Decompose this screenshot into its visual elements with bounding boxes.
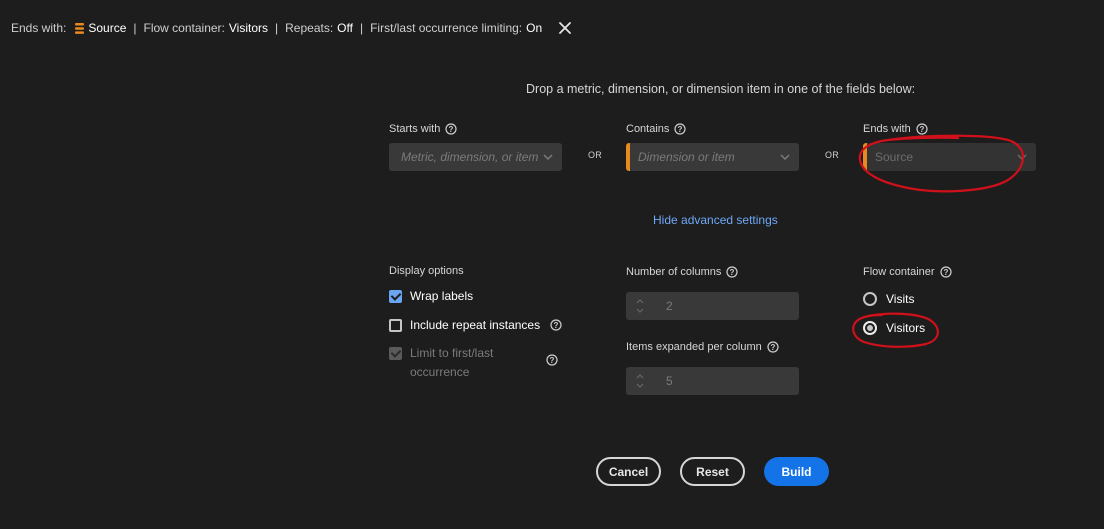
- separator: |: [359, 21, 364, 35]
- include-repeat-option[interactable]: Include repeat instances ?: [389, 318, 562, 333]
- separator: |: [275, 21, 279, 35]
- ends-with-summary-label: Ends with:: [11, 21, 67, 35]
- include-repeat-checkbox[interactable]: [389, 319, 402, 332]
- stepper-arrows[interactable]: [626, 367, 654, 395]
- starts-with-label: Starts with: [389, 123, 441, 135]
- or-label: OR: [588, 150, 603, 160]
- items-expanded-label: Items expanded per column: [626, 341, 762, 353]
- limiting-summary-label: First/last occurrence limiting:: [370, 21, 523, 35]
- svg-text:?: ?: [770, 343, 775, 352]
- contains-placeholder: Dimension or item: [638, 150, 735, 164]
- svg-text:?: ?: [943, 268, 948, 277]
- build-button[interactable]: Build: [764, 457, 829, 486]
- chevron-down-icon: [543, 154, 553, 161]
- wrap-labels-option[interactable]: Wrap labels: [389, 289, 473, 304]
- help-icon[interactable]: ?: [916, 123, 928, 135]
- svg-text:?: ?: [730, 268, 735, 277]
- help-icon[interactable]: ?: [546, 354, 558, 366]
- wrap-labels-checkbox[interactable]: [389, 290, 402, 303]
- number-of-columns-value: 2: [666, 299, 673, 313]
- items-expanded-label-row: Items expanded per column ?: [626, 341, 779, 353]
- svg-text:?: ?: [449, 125, 454, 134]
- flow-summary-bar: Ends with: Source | Flow container: Visi…: [11, 19, 572, 37]
- chevron-down-icon[interactable]: [635, 383, 645, 389]
- help-icon[interactable]: ?: [726, 266, 738, 278]
- chevron-down-icon[interactable]: [635, 308, 645, 314]
- help-icon[interactable]: ?: [767, 341, 779, 353]
- visitors-radio-option[interactable]: Visitors: [863, 321, 925, 335]
- chevron-up-icon[interactable]: [635, 373, 645, 379]
- visits-radio[interactable]: [863, 292, 877, 306]
- flow-container-summary-value: Visitors: [228, 21, 269, 35]
- ends-with-label: Ends with: [863, 123, 911, 135]
- number-of-columns-label: Number of columns: [626, 266, 722, 278]
- ends-with-summary-value: Source: [88, 21, 127, 35]
- svg-text:?: ?: [919, 125, 924, 134]
- ends-with-value: Source: [875, 150, 914, 164]
- repeats-summary-label: Repeats:: [285, 21, 334, 35]
- limit-first-last-option: Limit to first/last occurrence ?: [389, 344, 558, 382]
- dimension-icon: [75, 22, 85, 34]
- flow-container-label-row: Flow container ?: [863, 266, 952, 278]
- ends-with-label-row: Ends with ?: [863, 123, 928, 135]
- separator: |: [133, 21, 137, 35]
- close-icon[interactable]: [558, 21, 572, 35]
- svg-text:?: ?: [550, 356, 555, 365]
- contains-label: Contains: [626, 123, 670, 135]
- contains-label-row: Contains ?: [626, 123, 687, 135]
- display-options-title: Display options: [389, 265, 464, 277]
- flow-container-summary-label: Flow container:: [143, 21, 225, 35]
- wrap-labels-label: Wrap labels: [410, 289, 474, 303]
- help-icon[interactable]: ?: [939, 266, 952, 278]
- svg-text:?: ?: [554, 321, 559, 330]
- number-of-columns-label-row: Number of columns ?: [626, 266, 738, 278]
- starts-with-label-row: Starts with ?: [389, 123, 457, 135]
- drop-instruction: Drop a metric, dimension, or dimension i…: [526, 82, 916, 96]
- items-expanded-value: 5: [666, 374, 673, 388]
- visitors-label: Visitors: [886, 321, 926, 335]
- chevron-down-icon: [1017, 154, 1027, 161]
- hide-advanced-settings-link[interactable]: Hide advanced settings: [653, 213, 778, 227]
- chevron-down-icon: [780, 154, 790, 161]
- visitors-radio[interactable]: [863, 321, 877, 335]
- help-icon[interactable]: ?: [445, 123, 457, 135]
- visits-label: Visits: [886, 292, 915, 306]
- starts-with-dropdown[interactable]: Metric, dimension, or item: [389, 143, 562, 171]
- help-icon[interactable]: ?: [674, 123, 687, 135]
- cancel-button[interactable]: Cancel: [596, 457, 661, 486]
- limit-first-last-label: Limit to first/last occurrence: [410, 346, 494, 379]
- starts-with-placeholder: Metric, dimension, or item: [401, 150, 539, 164]
- items-expanded-stepper[interactable]: 5: [626, 367, 799, 395]
- flow-container-title: Flow container: [863, 266, 935, 278]
- number-of-columns-stepper[interactable]: 2: [626, 292, 799, 320]
- stepper-arrows[interactable]: [626, 292, 654, 320]
- visits-radio-option[interactable]: Visits: [863, 292, 914, 306]
- svg-text:?: ?: [678, 125, 683, 134]
- limit-first-last-checkbox: [389, 347, 402, 360]
- help-icon[interactable]: ?: [550, 319, 562, 331]
- ends-with-dropdown[interactable]: Source: [863, 143, 1036, 171]
- limiting-summary-value: On: [526, 21, 543, 35]
- repeats-summary-value: Off: [337, 21, 353, 35]
- include-repeat-label: Include repeat instances: [410, 318, 541, 332]
- chevron-up-icon[interactable]: [635, 298, 645, 304]
- reset-button[interactable]: Reset: [680, 457, 745, 486]
- contains-dropdown[interactable]: Dimension or item: [626, 143, 799, 171]
- or-label: OR: [825, 150, 840, 160]
